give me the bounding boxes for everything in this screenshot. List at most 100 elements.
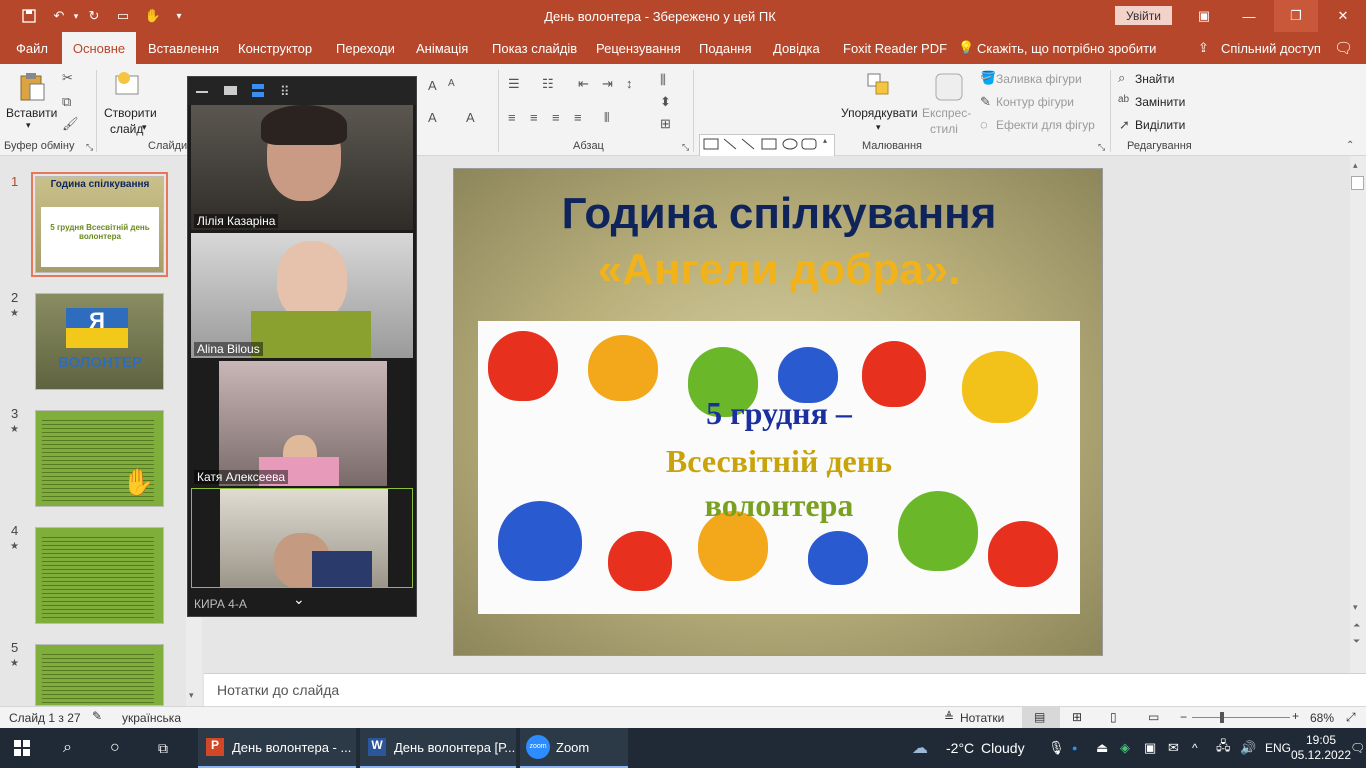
prev-slide-icon[interactable]: ⏶ bbox=[1353, 620, 1360, 631]
slide-1[interactable]: Година спілкування «Ангели добра». 5 гру… bbox=[453, 168, 1103, 656]
shape-effects-button[interactable]: Ефекти для фігур bbox=[996, 118, 1095, 132]
next-slide-icon[interactable]: ⏷ bbox=[1353, 636, 1360, 647]
notes-toggle[interactable]: Нотатки bbox=[960, 711, 1004, 725]
thumbnail-slide-1[interactable]: Година спілкування 5 грудня Всесвітній д… bbox=[31, 172, 168, 277]
redo-icon[interactable]: ↻ bbox=[84, 0, 104, 32]
participant-tile-active[interactable] bbox=[191, 488, 413, 588]
usb-icon[interactable]: ⏏ bbox=[1096, 728, 1108, 768]
taskbar-app-zoom[interactable]: zoom Zoom bbox=[520, 728, 628, 768]
tray-app-icon[interactable]: ▣ bbox=[1144, 728, 1156, 768]
search-icon[interactable]: ⌕ bbox=[63, 728, 83, 768]
collapse-ribbon-icon[interactable]: ⌃ bbox=[1346, 140, 1354, 151]
paste-button[interactable]: Вставити bbox=[6, 106, 57, 120]
paragraph-launcher-icon[interactable]: ⤡ bbox=[682, 142, 689, 153]
zoom-slider-thumb[interactable] bbox=[1220, 712, 1224, 723]
quick-styles-icon[interactable] bbox=[934, 72, 964, 105]
touch-mode-icon[interactable]: ✋ bbox=[142, 0, 164, 32]
slide-scrollbar[interactable]: ▴ ▾ ⏶ ⏷ bbox=[1350, 156, 1366, 673]
slide-picture[interactable]: 5 грудня – Всесвітній день волонтера bbox=[478, 321, 1080, 614]
select-button[interactable]: Виділити bbox=[1135, 118, 1185, 132]
weather-desc[interactable]: Cloudy bbox=[981, 728, 1025, 768]
fit-slide-icon[interactable]: ⤢ bbox=[1346, 710, 1356, 725]
smartart-icon[interactable]: ⊞ bbox=[660, 116, 671, 132]
undo-dropdown-icon[interactable]: ▾ bbox=[70, 0, 82, 32]
font-color-icon[interactable]: A bbox=[428, 110, 437, 125]
speaker-view-icon[interactable] bbox=[224, 86, 237, 95]
scroll-thumb[interactable] bbox=[1351, 176, 1364, 190]
windows-start-icon[interactable] bbox=[14, 728, 36, 768]
new-slide-label-1[interactable]: Створити bbox=[104, 106, 157, 120]
restore-icon[interactable]: ❐ bbox=[1274, 0, 1318, 32]
increase-indent-icon[interactable]: ⇥ bbox=[602, 76, 613, 92]
increase-font-icon[interactable]: A bbox=[428, 78, 437, 93]
line-spacing-icon[interactable]: ↕ bbox=[626, 76, 633, 91]
tab-help[interactable]: Довідка bbox=[773, 32, 820, 64]
numbering-icon[interactable]: ☷ bbox=[542, 76, 554, 92]
align-right-icon[interactable]: ≡ bbox=[552, 110, 560, 125]
undo-icon[interactable]: ↶ bbox=[48, 0, 70, 32]
new-slide-label-2[interactable]: слайд bbox=[110, 122, 143, 136]
find-icon[interactable]: ⌕ bbox=[1118, 70, 1125, 86]
clock[interactable]: 19:05 05.12.2022 bbox=[1291, 728, 1351, 768]
tab-transitions[interactable]: Переходи bbox=[336, 32, 395, 64]
task-view-icon[interactable]: ⧉ bbox=[158, 728, 178, 768]
paste-icon[interactable] bbox=[18, 72, 46, 105]
clear-format-icon[interactable]: A bbox=[466, 110, 475, 125]
minimize-video-icon[interactable] bbox=[196, 91, 208, 93]
tab-animations[interactable]: Анімація bbox=[416, 32, 468, 64]
copy-icon[interactable]: ⧉ bbox=[62, 94, 71, 110]
bullets-icon[interactable]: ☰ bbox=[508, 76, 520, 92]
share-button[interactable]: Спільний доступ bbox=[1221, 32, 1321, 64]
participant-tile[interactable]: Лілія Казаріна bbox=[191, 105, 413, 230]
weather-temp[interactable]: -2°C bbox=[946, 728, 974, 768]
zoom-video-panel[interactable]: ⠿ Лілія Казаріна Alina Bilous Катя Алекс… bbox=[187, 76, 417, 617]
slide-sorter-icon[interactable]: ⊞ bbox=[1072, 710, 1082, 724]
ribbon-display-icon[interactable]: ▣ bbox=[1184, 0, 1224, 32]
text-direction-icon[interactable]: ⫼ bbox=[660, 72, 666, 88]
replace-icon[interactable]: ab bbox=[1118, 94, 1129, 105]
notes-pane[interactable]: Нотатки до слайда bbox=[204, 673, 1366, 706]
cloud-icon[interactable]: ☁ bbox=[912, 728, 928, 768]
volume-icon[interactable]: 🔊 bbox=[1240, 728, 1256, 768]
tab-view[interactable]: Подання bbox=[699, 32, 752, 64]
participant-tile[interactable]: Катя Алексеева bbox=[191, 361, 413, 486]
gallery-up-icon[interactable]: ▴ bbox=[823, 136, 827, 145]
scroll-up-icon[interactable]: ▴ bbox=[1353, 160, 1358, 171]
tab-slideshow[interactable]: Показ слайдів bbox=[492, 32, 577, 64]
notes-icon[interactable]: ≜ bbox=[944, 710, 954, 724]
scroll-down-icon[interactable]: ▾ bbox=[189, 690, 194, 701]
microphone-icon[interactable]: 🎙 bbox=[1048, 728, 1065, 768]
slide-subtitle[interactable]: «Ангели добра». bbox=[454, 245, 1102, 295]
paste-dropdown-icon[interactable]: ▾ bbox=[26, 120, 31, 131]
cut-icon[interactable]: ✂ bbox=[62, 70, 73, 86]
cortana-icon[interactable]: ○ bbox=[110, 728, 130, 768]
arrange-dropdown-icon[interactable]: ▾ bbox=[876, 122, 881, 133]
notifications-icon[interactable]: 🗨 bbox=[1350, 728, 1365, 768]
clipboard-launcher-icon[interactable]: ⤡ bbox=[86, 142, 93, 153]
new-slide-icon[interactable] bbox=[114, 70, 142, 103]
thumbnail-slide-3[interactable]: ✋ bbox=[35, 410, 164, 507]
normal-view-icon[interactable]: ▤ bbox=[1034, 710, 1045, 724]
slide-title[interactable]: Година спілкування bbox=[454, 189, 1102, 239]
new-slide-dropdown-icon[interactable]: ▾ bbox=[142, 122, 147, 133]
thumbnail-slide-2[interactable]: Я ВОЛОНТЕР bbox=[35, 293, 164, 390]
tab-file[interactable]: Файл bbox=[16, 32, 48, 64]
signin-button[interactable]: Увійти bbox=[1115, 6, 1172, 25]
align-center-icon[interactable]: ≡ bbox=[530, 110, 538, 125]
participant-tile[interactable]: Alina Bilous bbox=[191, 233, 413, 358]
columns-icon[interactable]: ⫴ bbox=[604, 110, 609, 126]
slideshow-view-icon[interactable]: ▭ bbox=[1148, 710, 1159, 724]
tab-foxit[interactable]: Foxit Reader PDF bbox=[843, 32, 947, 64]
quick-styles-label-2[interactable]: стилі bbox=[930, 122, 958, 136]
input-language[interactable]: ENG bbox=[1265, 728, 1291, 768]
zoom-in-icon[interactable]: + bbox=[1292, 709, 1299, 723]
decrease-font-icon[interactable]: A bbox=[448, 78, 455, 89]
taskbar-app-powerpoint[interactable]: P День волонтера - ... bbox=[198, 728, 356, 768]
drawing-launcher-icon[interactable]: ⤡ bbox=[1098, 142, 1105, 153]
tab-review[interactable]: Рецензування bbox=[596, 32, 681, 64]
align-text-icon[interactable]: ⬍ bbox=[660, 94, 671, 110]
strip-view-icon[interactable] bbox=[252, 84, 264, 97]
shape-fill-icon[interactable]: 🪣 bbox=[980, 70, 996, 86]
zoom-level[interactable]: 68% bbox=[1310, 711, 1334, 725]
tray-app-icon-2[interactable]: ✉ bbox=[1168, 728, 1179, 768]
